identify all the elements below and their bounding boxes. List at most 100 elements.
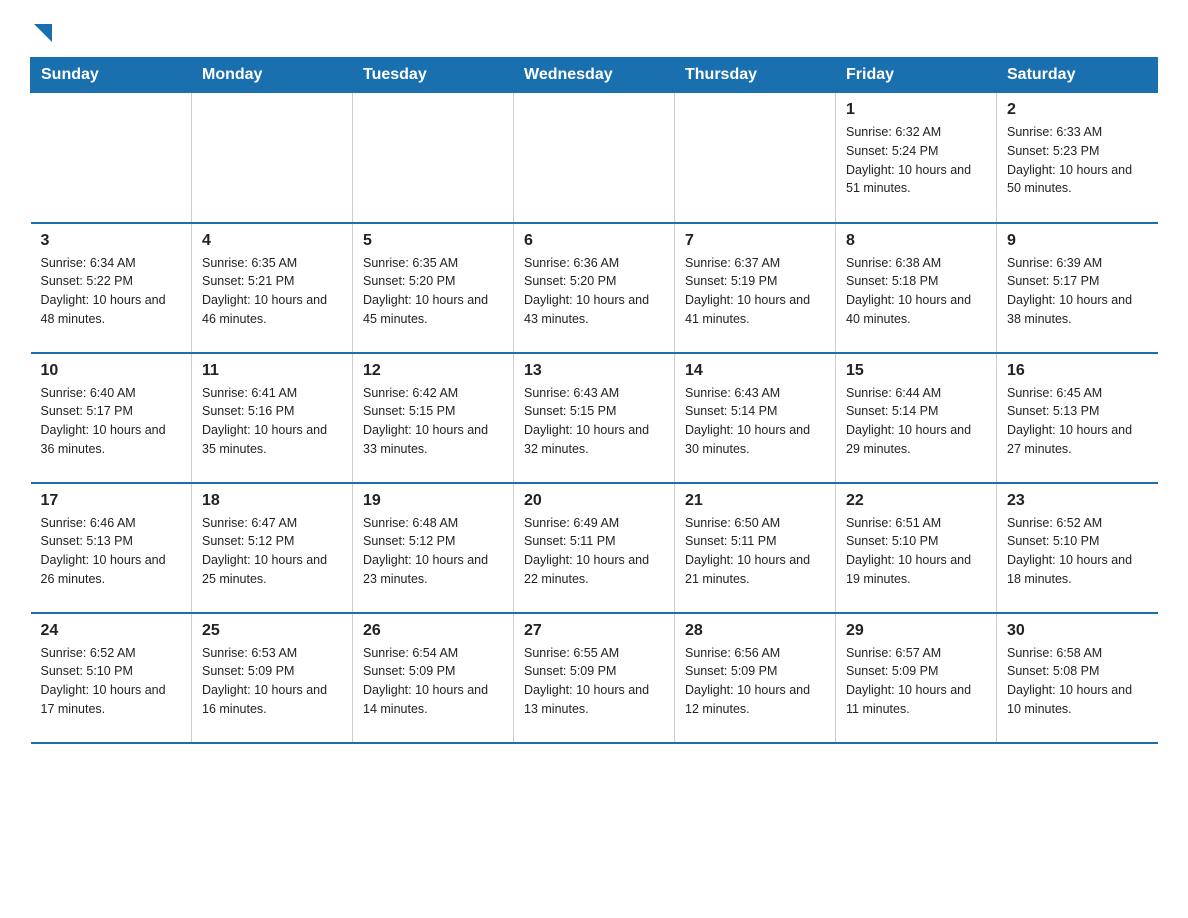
day-number: 12 [363,362,503,380]
day-number: 9 [1007,232,1148,250]
week-row-3: 10 Sunrise: 6:40 AMSunset: 5:17 PMDayligh… [31,353,1158,483]
day-info: Sunrise: 6:42 AMSunset: 5:15 PMDaylight:… [363,384,503,459]
weekday-header-friday: Friday [836,58,997,93]
calendar-cell [31,93,192,223]
calendar-cell: 13 Sunrise: 6:43 AMSunset: 5:15 PMDayligh… [514,353,675,483]
day-info: Sunrise: 6:50 AMSunset: 5:11 PMDaylight:… [685,514,825,589]
day-info: Sunrise: 6:57 AMSunset: 5:09 PMDaylight:… [846,644,986,719]
day-info: Sunrise: 6:34 AMSunset: 5:22 PMDaylight:… [41,254,182,329]
day-info: Sunrise: 6:39 AMSunset: 5:17 PMDaylight:… [1007,254,1148,329]
calendar-cell [353,93,514,223]
day-info: Sunrise: 6:37 AMSunset: 5:19 PMDaylight:… [685,254,825,329]
calendar-cell [514,93,675,223]
day-info: Sunrise: 6:49 AMSunset: 5:11 PMDaylight:… [524,514,664,589]
day-number: 28 [685,622,825,640]
day-info: Sunrise: 6:48 AMSunset: 5:12 PMDaylight:… [363,514,503,589]
calendar-cell: 27 Sunrise: 6:55 AMSunset: 5:09 PMDayligh… [514,613,675,743]
calendar-table: SundayMondayTuesdayWednesdayThursdayFrid… [30,57,1158,744]
day-info: Sunrise: 6:32 AMSunset: 5:24 PMDaylight:… [846,123,986,198]
day-number: 26 [363,622,503,640]
day-info: Sunrise: 6:47 AMSunset: 5:12 PMDaylight:… [202,514,342,589]
weekday-header-saturday: Saturday [997,58,1158,93]
logo [30,20,52,47]
calendar-cell [192,93,353,223]
calendar-cell [675,93,836,223]
day-info: Sunrise: 6:41 AMSunset: 5:16 PMDaylight:… [202,384,342,459]
day-info: Sunrise: 6:43 AMSunset: 5:14 PMDaylight:… [685,384,825,459]
calendar-cell: 23 Sunrise: 6:52 AMSunset: 5:10 PMDayligh… [997,483,1158,613]
calendar-cell: 10 Sunrise: 6:40 AMSunset: 5:17 PMDayligh… [31,353,192,483]
calendar-cell: 24Sunrise: 6:52 AMSunset: 5:10 PMDayligh… [31,613,192,743]
day-info: Sunrise: 6:56 AMSunset: 5:09 PMDaylight:… [685,644,825,719]
day-number: 11 [202,362,342,380]
week-row-1: 1 Sunrise: 6:32 AMSunset: 5:24 PMDaylight… [31,93,1158,223]
day-info: Sunrise: 6:40 AMSunset: 5:17 PMDaylight:… [41,384,182,459]
week-row-2: 3 Sunrise: 6:34 AMSunset: 5:22 PMDaylight… [31,223,1158,353]
day-number: 14 [685,362,825,380]
day-number: 30 [1007,622,1148,640]
logo-triangle-icon [34,24,52,47]
calendar-cell: 12 Sunrise: 6:42 AMSunset: 5:15 PMDayligh… [353,353,514,483]
weekday-header-thursday: Thursday [675,58,836,93]
day-info: Sunrise: 6:38 AMSunset: 5:18 PMDaylight:… [846,254,986,329]
day-number: 18 [202,492,342,510]
calendar-cell: 7 Sunrise: 6:37 AMSunset: 5:19 PMDaylight… [675,223,836,353]
day-info: Sunrise: 6:43 AMSunset: 5:15 PMDaylight:… [524,384,664,459]
day-number: 24 [41,622,182,640]
day-number: 29 [846,622,986,640]
calendar-cell: 21 Sunrise: 6:50 AMSunset: 5:11 PMDayligh… [675,483,836,613]
day-number: 5 [363,232,503,250]
day-number: 21 [685,492,825,510]
day-info: Sunrise: 6:35 AMSunset: 5:21 PMDaylight:… [202,254,342,329]
calendar-cell: 3 Sunrise: 6:34 AMSunset: 5:22 PMDaylight… [31,223,192,353]
calendar-cell: 22Sunrise: 6:51 AMSunset: 5:10 PMDayligh… [836,483,997,613]
week-row-4: 17 Sunrise: 6:46 AMSunset: 5:13 PMDayligh… [31,483,1158,613]
weekday-header-monday: Monday [192,58,353,93]
day-info: Sunrise: 6:36 AMSunset: 5:20 PMDaylight:… [524,254,664,329]
day-number: 1 [846,101,986,119]
page-header [30,20,1158,47]
calendar-cell: 19 Sunrise: 6:48 AMSunset: 5:12 PMDayligh… [353,483,514,613]
day-number: 17 [41,492,182,510]
calendar-cell: 30 Sunrise: 6:58 AMSunset: 5:08 PMDayligh… [997,613,1158,743]
calendar-cell: 25Sunrise: 6:53 AMSunset: 5:09 PMDayligh… [192,613,353,743]
weekday-header-wednesday: Wednesday [514,58,675,93]
day-number: 7 [685,232,825,250]
day-number: 27 [524,622,664,640]
calendar-cell: 1 Sunrise: 6:32 AMSunset: 5:24 PMDaylight… [836,93,997,223]
day-number: 19 [363,492,503,510]
day-info: Sunrise: 6:54 AMSunset: 5:09 PMDaylight:… [363,644,503,719]
day-info: Sunrise: 6:46 AMSunset: 5:13 PMDaylight:… [41,514,182,589]
calendar-cell: 26 Sunrise: 6:54 AMSunset: 5:09 PMDayligh… [353,613,514,743]
calendar-cell: 9 Sunrise: 6:39 AMSunset: 5:17 PMDaylight… [997,223,1158,353]
weekday-header-row: SundayMondayTuesdayWednesdayThursdayFrid… [31,58,1158,93]
day-number: 8 [846,232,986,250]
day-info: Sunrise: 6:44 AMSunset: 5:14 PMDaylight:… [846,384,986,459]
calendar-cell: 4 Sunrise: 6:35 AMSunset: 5:21 PMDaylight… [192,223,353,353]
day-info: Sunrise: 6:35 AMSunset: 5:20 PMDaylight:… [363,254,503,329]
weekday-header-sunday: Sunday [31,58,192,93]
day-info: Sunrise: 6:55 AMSunset: 5:09 PMDaylight:… [524,644,664,719]
calendar-cell: 20 Sunrise: 6:49 AMSunset: 5:11 PMDayligh… [514,483,675,613]
calendar-cell: 16 Sunrise: 6:45 AMSunset: 5:13 PMDayligh… [997,353,1158,483]
day-number: 4 [202,232,342,250]
calendar-cell: 15 Sunrise: 6:44 AMSunset: 5:14 PMDayligh… [836,353,997,483]
day-number: 15 [846,362,986,380]
day-info: Sunrise: 6:45 AMSunset: 5:13 PMDaylight:… [1007,384,1148,459]
calendar-cell: 28 Sunrise: 6:56 AMSunset: 5:09 PMDayligh… [675,613,836,743]
day-number: 16 [1007,362,1148,380]
day-info: Sunrise: 6:33 AMSunset: 5:23 PMDaylight:… [1007,123,1148,198]
day-number: 20 [524,492,664,510]
day-number: 23 [1007,492,1148,510]
calendar-cell: 29 Sunrise: 6:57 AMSunset: 5:09 PMDayligh… [836,613,997,743]
day-number: 10 [41,362,182,380]
day-info: Sunrise: 6:53 AMSunset: 5:09 PMDaylight:… [202,644,342,719]
week-row-5: 24Sunrise: 6:52 AMSunset: 5:10 PMDayligh… [31,613,1158,743]
calendar-cell: 17 Sunrise: 6:46 AMSunset: 5:13 PMDayligh… [31,483,192,613]
day-info: Sunrise: 6:52 AMSunset: 5:10 PMDaylight:… [1007,514,1148,589]
day-info: Sunrise: 6:58 AMSunset: 5:08 PMDaylight:… [1007,644,1148,719]
day-number: 13 [524,362,664,380]
calendar-cell: 6Sunrise: 6:36 AMSunset: 5:20 PMDaylight… [514,223,675,353]
day-info: Sunrise: 6:51 AMSunset: 5:10 PMDaylight:… [846,514,986,589]
day-number: 3 [41,232,182,250]
